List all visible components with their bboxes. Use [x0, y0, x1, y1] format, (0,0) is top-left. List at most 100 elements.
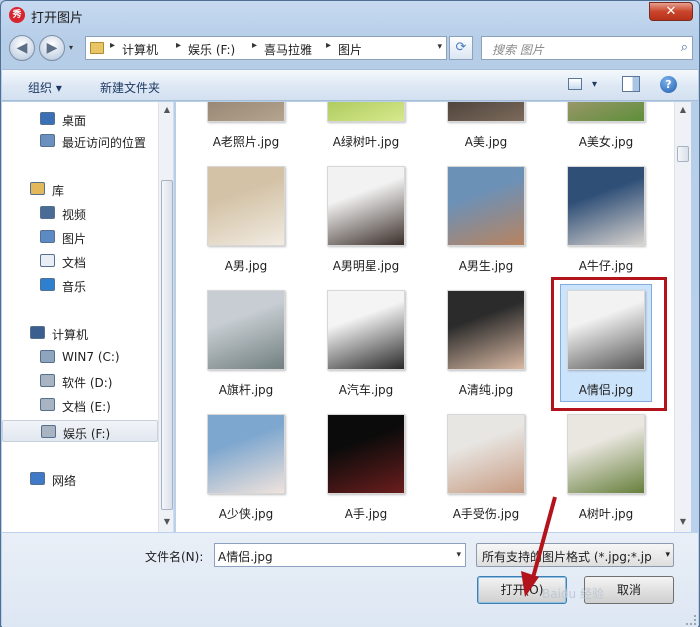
title-bar[interactable]: 秀 打开图片 ✕ [1, 1, 699, 29]
command-toolbar: 组织 ▾ 新建文件夹 ▾ ? [2, 69, 698, 101]
file-name-label: A旗杆.jpg [218, 383, 274, 397]
image-thumbnail [327, 102, 405, 122]
image-thumbnail [327, 166, 405, 246]
file-tile[interactable]: A手.jpg [316, 404, 416, 528]
forward-button[interactable]: ▶ [39, 35, 65, 61]
sidebar-item[interactable]: 娱乐 (F:) [2, 420, 158, 442]
breadcrumb-separator[interactable]: ▸ [326, 40, 331, 51]
sidebar-item[interactable]: 文档 (E:) [2, 394, 158, 416]
breadcrumb-himalaya[interactable]: 喜马拉雅 [264, 41, 312, 58]
search-box[interactable]: 搜索 图片 ⌕ [481, 36, 693, 60]
sidebar-item[interactable]: 音乐 [2, 274, 158, 296]
close-button[interactable]: ✕ [649, 2, 693, 21]
file-list-scrollbar[interactable]: ▲ ▼ [674, 102, 691, 532]
image-thumbnail [567, 102, 645, 122]
file-name-label: A树叶.jpg [578, 507, 634, 521]
file-tile[interactable]: A少侠.jpg [196, 404, 296, 528]
file-tile[interactable]: A男生.jpg [436, 156, 536, 280]
file-tile[interactable]: A清纯.jpg [436, 280, 536, 404]
help-icon[interactable]: ? [660, 76, 677, 93]
change-view-icon[interactable] [568, 78, 582, 90]
search-input[interactable]: 搜索 图片 [492, 41, 544, 58]
recent-locations-dropdown[interactable]: ▾ [69, 43, 73, 52]
back-button[interactable]: ◀ [9, 35, 35, 61]
image-thumbnail [447, 290, 525, 370]
image-thumbnail [447, 414, 525, 494]
sidebar-item[interactable]: 图片 [2, 226, 158, 248]
sidebar-item[interactable]: 最近访问的位置 [2, 130, 158, 152]
breadcrumb-separator[interactable]: ▸ [252, 40, 257, 51]
scroll-down-arrow-icon[interactable]: ▼ [161, 516, 173, 528]
scrollbar-thumb[interactable] [161, 180, 173, 510]
new-folder-button[interactable]: 新建文件夹 [100, 79, 160, 96]
scroll-up-arrow-icon[interactable]: ▲ [161, 104, 173, 116]
scroll-up-arrow-icon[interactable]: ▲ [677, 104, 689, 116]
search-icon[interactable]: ⌕ [681, 40, 688, 55]
breadcrumb-computer[interactable]: 计算机 [122, 41, 158, 58]
sidebar-item[interactable]: 网络 [2, 468, 158, 490]
documents-library-icon [40, 254, 55, 267]
file-tile[interactable]: A老照片.jpg [196, 102, 296, 156]
sidebar-item-label: 文档 (E:) [62, 400, 111, 414]
watermark: Baidu 经验 [542, 587, 604, 601]
file-tile[interactable]: A男明星.jpg [316, 156, 416, 280]
forward-arrow-icon: ▶ [46, 40, 58, 56]
sidebar-item[interactable]: 库 [2, 178, 158, 200]
breadcrumb-separator[interactable]: ▸ [176, 40, 181, 51]
app-logo-icon: 秀 [9, 7, 25, 23]
pictures-library-icon [40, 230, 55, 243]
refresh-button[interactable]: ⟳ [449, 36, 473, 60]
address-bar[interactable]: ▸ 计算机 ▸ 娱乐 (F:) ▸ 喜马拉雅 ▸ 图片 ▾ [85, 36, 447, 60]
breadcrumb-separator[interactable]: ▸ [110, 40, 115, 51]
file-name-label: A手.jpg [344, 507, 388, 521]
image-thumbnail [207, 414, 285, 494]
sidebar-item[interactable]: WIN7 (C:) [2, 346, 158, 368]
nav-pane-scrollbar[interactable]: ▲ ▼ [158, 102, 173, 532]
file-name-label: A清纯.jpg [458, 383, 514, 397]
file-type-select[interactable]: 所有支持的图片格式 (*.jpg;*.jp ▾ [476, 543, 674, 567]
sidebar-item[interactable]: 计算机 [2, 322, 158, 344]
window-title: 打开图片 [31, 11, 84, 26]
dialog-footer: 文件名(N): A情侣.jpg ▾ 所有支持的图片格式 (*.jpg;*.jp … [2, 533, 698, 627]
chevron-down-icon[interactable]: ▾ [663, 550, 670, 560]
sidebar-item[interactable]: 软件 (D:) [2, 370, 158, 392]
address-dropdown-icon[interactable]: ▾ [437, 42, 442, 52]
file-name-label: A老照片.jpg [212, 135, 280, 149]
computer-icon [30, 326, 45, 339]
resize-grip[interactable] [686, 615, 696, 625]
file-name-label: A少侠.jpg [218, 507, 274, 521]
file-name-label: A汽车.jpg [338, 383, 394, 397]
file-tile[interactable]: A美.jpg [436, 102, 536, 156]
sidebar-item[interactable]: 桌面 [2, 108, 158, 130]
view-options-dropdown[interactable]: ▾ [592, 79, 597, 90]
file-tile[interactable]: A绿树叶.jpg [316, 102, 416, 156]
file-tile[interactable]: A美女.jpg [556, 102, 656, 156]
filename-combobox[interactable]: A情侣.jpg ▾ [214, 543, 466, 567]
file-tile[interactable]: A手受伤.jpg [436, 404, 536, 528]
file-tile[interactable]: A牛仔.jpg [556, 156, 656, 280]
system-drive-icon [40, 350, 55, 363]
preview-pane-icon[interactable] [622, 76, 640, 92]
sidebar-item-label: 计算机 [52, 328, 89, 342]
file-tile[interactable]: A男.jpg [196, 156, 296, 280]
sidebar-item[interactable]: 文档 [2, 250, 158, 272]
sidebar-item-label: 软件 (D:) [62, 376, 113, 390]
scrollbar-thumb[interactable] [677, 146, 689, 162]
chevron-down-icon[interactable]: ▾ [456, 550, 461, 560]
breadcrumb-pictures[interactable]: 图片 [338, 41, 362, 58]
drive-icon [41, 425, 56, 438]
file-tile[interactable]: A旗杆.jpg [196, 280, 296, 404]
sidebar-item-label: 文档 [62, 256, 87, 270]
file-name-label: A美女.jpg [578, 135, 634, 149]
file-tile[interactable]: A树叶.jpg [556, 404, 656, 528]
scroll-down-arrow-icon[interactable]: ▼ [677, 516, 689, 528]
sidebar-item[interactable]: 视频 [2, 202, 158, 224]
music-library-icon [40, 278, 55, 291]
drive-icon [40, 374, 55, 387]
file-tile[interactable]: A汽车.jpg [316, 280, 416, 404]
breadcrumb-drive-f[interactable]: 娱乐 (F:) [188, 41, 235, 58]
organize-menu-button[interactable]: 组织 ▾ [28, 79, 62, 96]
sidebar-item-label: 音乐 [62, 280, 87, 294]
sidebar-item-label: WIN7 (C:) [62, 350, 120, 364]
filename-input[interactable]: A情侣.jpg [218, 548, 273, 565]
